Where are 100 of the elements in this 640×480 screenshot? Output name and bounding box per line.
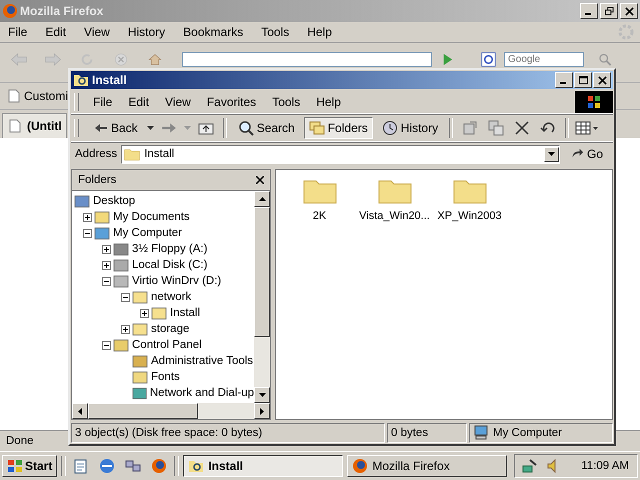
network-icon[interactable]	[522, 458, 538, 474]
firefox-icon	[2, 3, 18, 19]
menu-item[interactable]: Bookmarks	[177, 25, 250, 39]
menu-item[interactable]: History	[122, 25, 172, 39]
file-name[interactable]: XP_Win2003	[437, 210, 502, 222]
taskbar-button[interactable]: Mozilla Firefox	[347, 455, 508, 478]
go-button[interactable]: Go	[564, 147, 609, 161]
menu-item[interactable]: Help	[301, 25, 338, 39]
computer-icon	[94, 225, 110, 241]
move-to-icon[interactable]	[462, 120, 478, 136]
expand-box-icon[interactable]	[83, 212, 92, 222]
collapse-box-icon[interactable]	[83, 228, 92, 238]
caret-icon[interactable]	[146, 126, 154, 130]
menu-item[interactable]: Help	[308, 95, 349, 109]
tree-item[interactable]: Virtio WinDrv (D:)	[132, 275, 222, 287]
minimize-button[interactable]	[580, 3, 598, 19]
tree-item[interactable]: Desktop	[93, 195, 136, 207]
search-engine-icon[interactable]	[481, 52, 496, 67]
menu-item[interactable]: File	[2, 25, 34, 39]
scroll-right-button[interactable]	[254, 403, 270, 419]
status-text: 0 bytes	[387, 423, 467, 443]
up-arrow-icon	[258, 197, 266, 201]
firefox-icon[interactable]	[151, 458, 168, 474]
file-name[interactable]: Vista_Win20...	[359, 210, 430, 222]
status-text: Done	[6, 435, 34, 448]
expand-box-icon[interactable]	[140, 308, 149, 318]
copy-to-icon[interactable]	[488, 120, 504, 136]
expand-box-icon[interactable]	[102, 244, 111, 254]
menu-item[interactable]: View	[157, 95, 199, 109]
menu-item[interactable]: Favorites	[198, 95, 264, 109]
menu-item[interactable]: View	[78, 25, 116, 39]
collapse-box-icon[interactable]	[121, 292, 130, 302]
back-button[interactable]: Back	[89, 117, 143, 139]
tree-item[interactable]: Control Panel	[132, 339, 202, 351]
tree-item[interactable]: 3½ Floppy (A:)	[132, 243, 208, 255]
folder-icon	[151, 305, 167, 321]
scroll-up-button[interactable]	[254, 191, 270, 207]
right-arrow-icon	[260, 408, 264, 414]
expand-box-icon[interactable]	[102, 260, 111, 270]
views-icon[interactable]	[575, 120, 600, 136]
vertical-scrollbar[interactable]	[254, 191, 270, 403]
search-folder-icon	[73, 72, 89, 88]
item-icon	[74, 193, 90, 209]
search-button[interactable]: Search	[232, 117, 300, 139]
file-name[interactable]: 2K	[312, 210, 326, 222]
window-title: Install	[92, 73, 128, 87]
collapse-box-icon[interactable]	[102, 340, 111, 350]
address-field[interactable]	[182, 52, 432, 67]
bookmark-item[interactable]: Customi	[24, 89, 68, 103]
tree-item[interactable]: Local Disk (C:)	[132, 259, 208, 271]
expand-box-icon[interactable]	[121, 324, 130, 334]
scroll-down-button[interactable]	[254, 387, 270, 403]
browser-tab[interactable]: (Untitl	[2, 113, 67, 138]
notepad-icon[interactable]	[73, 458, 90, 474]
pane-title: Folders	[78, 174, 116, 186]
search-field[interactable]: Google	[504, 52, 584, 67]
computer-icon	[473, 425, 489, 441]
item-icon	[94, 209, 110, 225]
menu-item[interactable]: Tools	[264, 95, 308, 109]
tree-item[interactable]: Fonts	[151, 371, 180, 383]
folder-icon	[132, 289, 148, 305]
tree-item[interactable]: Install	[170, 307, 200, 319]
history-button[interactable]: History	[376, 117, 444, 139]
windows-logo-icon	[575, 91, 613, 113]
address-label: Address	[75, 148, 118, 160]
page-icon	[9, 119, 21, 133]
tree-item[interactable]: My Computer	[113, 227, 182, 239]
close-icon[interactable]	[256, 176, 264, 184]
left-arrow-icon	[78, 408, 82, 414]
status-text: My Computer	[493, 427, 562, 439]
tree-item[interactable]: network	[151, 291, 192, 303]
scroll-left-button[interactable]	[72, 403, 88, 419]
minimize-button[interactable]	[555, 72, 573, 88]
delete-icon[interactable]	[514, 120, 530, 136]
item-icon	[132, 385, 147, 401]
collapse-box-icon[interactable]	[102, 276, 111, 286]
folders-button[interactable]: Folders	[304, 117, 373, 139]
tree-item[interactable]: Network and Dial-up	[150, 387, 254, 399]
dropdown-button[interactable]	[544, 146, 559, 162]
menu-item[interactable]: File	[85, 95, 120, 109]
maximize-button[interactable]	[574, 72, 592, 88]
restore-button[interactable]	[600, 3, 618, 19]
drive-icon	[113, 257, 129, 273]
minimize-icon	[560, 82, 566, 84]
folders-icon	[308, 120, 325, 136]
close-icon	[598, 76, 606, 84]
horizontal-scrollbar[interactable]	[72, 403, 270, 419]
menu-item[interactable]: Edit	[39, 25, 72, 39]
taskbar-button[interactable]: Install	[183, 455, 344, 478]
tree-item[interactable]: My Documents	[113, 211, 190, 223]
address-field[interactable]: Install	[121, 144, 560, 164]
caret-icon	[548, 152, 555, 156]
tree-item[interactable]: storage	[151, 323, 190, 335]
menu-item[interactable]: Edit	[120, 95, 158, 109]
close-button[interactable]	[620, 3, 638, 19]
tree-item[interactable]: Administrative Tools	[151, 355, 254, 367]
menu-item[interactable]: Tools	[255, 25, 296, 39]
clock-icon	[382, 120, 398, 136]
start-button[interactable]: Start	[2, 455, 58, 478]
close-button[interactable]	[593, 72, 611, 88]
